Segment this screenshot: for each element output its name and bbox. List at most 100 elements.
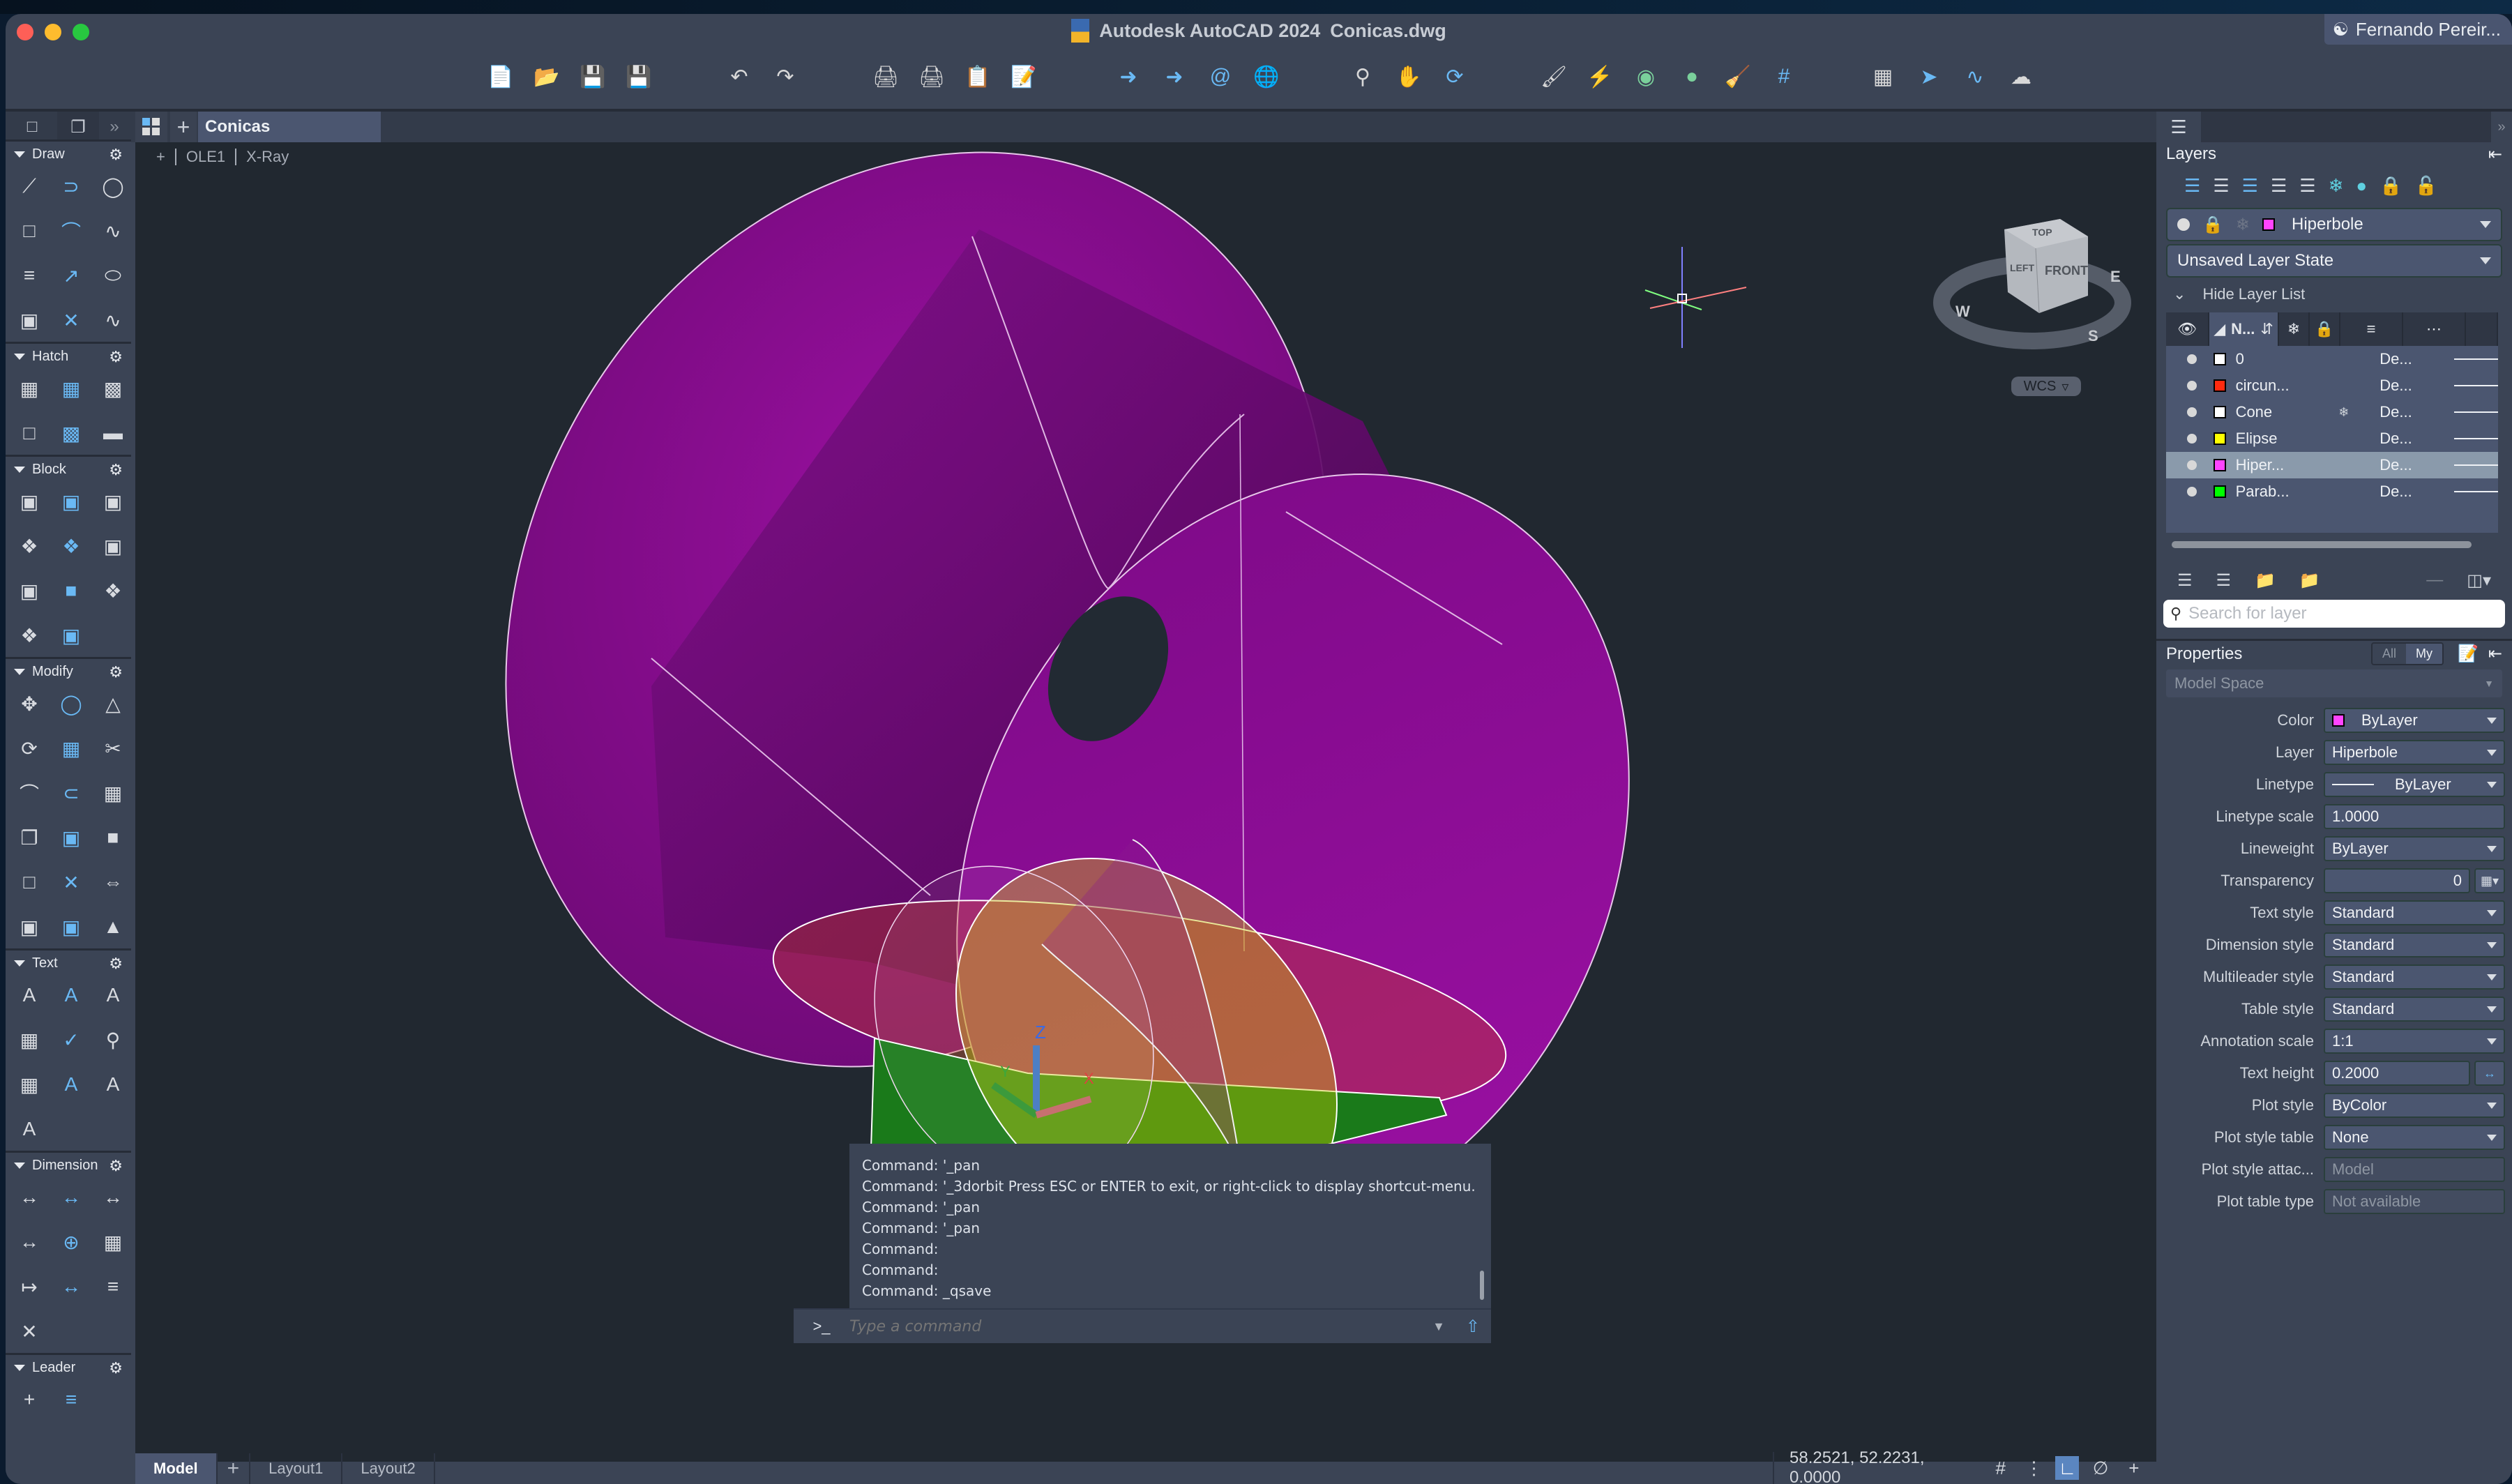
block-new-icon[interactable]: ■ <box>50 575 92 607</box>
recent-commands-dropdown[interactable]: ▼ <box>1432 1319 1445 1334</box>
dim-oblique-icon[interactable]: ✕ <box>8 1315 50 1347</box>
sheet-set-icon[interactable]: ▦ <box>1869 63 1897 91</box>
section-settings-gear-icon[interactable]: ⚙ <box>109 146 123 164</box>
layer-on-icon[interactable] <box>2187 354 2197 364</box>
breakline-icon[interactable]: ∿ <box>92 304 134 336</box>
section-settings-gear-icon[interactable]: ⚙ <box>109 1359 123 1377</box>
drawing-grid-view-button[interactable] <box>135 112 167 142</box>
viewcube-left[interactable]: LEFT <box>2010 262 2034 273</box>
pan-icon[interactable]: ✋ <box>1395 63 1423 91</box>
section-settings-gear-icon[interactable]: ⚙ <box>109 955 123 973</box>
rectangle-icon[interactable]: □ <box>8 215 50 247</box>
share-icon[interactable]: 🌐 <box>1253 63 1280 91</box>
column-lineweight[interactable]: ≡ <box>2340 312 2403 346</box>
viewcube-top[interactable]: TOP <box>2032 227 2052 238</box>
wcs-menu[interactable]: WCS ▿ <box>2011 377 2081 396</box>
layer-row[interactable]: Hiper... De... <box>2166 452 2499 478</box>
undock-icon[interactable]: ⇤ <box>2488 644 2502 664</box>
command-history-scrollbar[interactable] <box>1480 1271 1484 1300</box>
gradient-icon[interactable]: ▩ <box>92 372 134 404</box>
property-value[interactable]: ByLayer <box>2324 836 2505 861</box>
stretch-icon[interactable]: ▦ <box>50 732 92 764</box>
save-icon[interactable]: 💾 <box>579 63 607 91</box>
pdf-import-icon[interactable]: A <box>92 1068 134 1100</box>
property-value[interactable]: Standard <box>2324 964 2505 990</box>
attribute-define-icon[interactable]: ❖ <box>8 530 50 562</box>
line-icon[interactable]: ⟋ <box>8 170 50 202</box>
break-icon[interactable]: ✕ <box>50 866 92 898</box>
palette-section-draw[interactable]: Draw ⚙ <box>6 139 131 167</box>
xline-icon[interactable]: ↗ <box>50 259 92 292</box>
performance-icon[interactable]: ∿ <box>1961 63 1989 91</box>
block-sync-icon[interactable]: ❖ <box>92 575 134 607</box>
layer-on-icon[interactable] <box>2187 434 2197 444</box>
save-as-icon[interactable]: 💾 <box>625 63 653 91</box>
rotate-icon[interactable]: ⟳ <box>8 732 50 764</box>
palette-section-modify[interactable]: Modify ⚙ <box>6 657 131 685</box>
units-icon[interactable]: # <box>1770 63 1798 91</box>
off-layer-icon[interactable]: ● <box>2356 175 2367 197</box>
purge-icon[interactable]: 🧹 <box>1724 63 1752 91</box>
page-setup-icon[interactable]: 📋 <box>964 63 992 91</box>
snowflake-icon[interactable]: ❄ <box>2338 405 2379 420</box>
arc-icon[interactable]: ⌒ <box>50 215 92 247</box>
dim-continue-icon[interactable]: ↔ <box>8 1226 50 1258</box>
unlock-layer-icon[interactable]: 🔓 <box>2414 175 2437 197</box>
layer-filter-folder-icon[interactable]: 📁 <box>2299 570 2320 591</box>
layer-lineweight-sample[interactable] <box>2454 464 2499 466</box>
viewcube[interactable]: TOP LEFT FRONT W S E <box>1928 205 2137 400</box>
layer-search-box[interactable]: ⚲ <box>2163 600 2505 628</box>
orbit-icon[interactable]: ⟳ <box>1441 63 1469 91</box>
point-icon[interactable]: ✕ <box>50 304 92 336</box>
freeze-layer-icon[interactable]: ❄ <box>2329 175 2344 197</box>
layer-properties-icon[interactable]: ☰ <box>2184 175 2200 197</box>
layer-on-icon[interactable] <box>2187 407 2197 417</box>
block-create-icon[interactable]: ▣ <box>8 485 50 517</box>
property-value[interactable]: None <box>2324 1125 2505 1150</box>
collapse-icon[interactable]: — <box>2426 570 2443 590</box>
layer-search-input[interactable] <box>2188 604 2498 623</box>
attribute-edit-icon[interactable]: ❖ <box>50 530 92 562</box>
new-icon[interactable]: 📄 <box>487 63 515 91</box>
property-value[interactable]: 0 <box>2324 868 2470 893</box>
coordinates-readout[interactable]: 58.2521, 52.2231, 0.0000 <box>1790 1448 1979 1484</box>
pick-distance-icon[interactable]: ↔ <box>2474 1061 2505 1086</box>
section-settings-gear-icon[interactable]: ⚙ <box>109 461 123 479</box>
property-value[interactable]: Standard <box>2324 997 2505 1022</box>
layout-tab-model[interactable]: Model <box>135 1453 218 1484</box>
spell-check-icon[interactable]: ✓ <box>50 1024 92 1056</box>
layer-on-icon[interactable] <box>2187 460 2197 470</box>
layer-linetype[interactable]: De... <box>2379 483 2435 501</box>
attribute-display-icon[interactable]: ❖ <box>8 619 50 651</box>
polyline-icon[interactable]: ⊃ <box>50 170 92 202</box>
filter-all-button[interactable]: All <box>2373 644 2406 664</box>
viewport-menu-button[interactable]: + <box>156 148 165 166</box>
grid-icon[interactable]: # <box>1989 1456 2013 1480</box>
etransmit-icon[interactable]: @ <box>1206 63 1234 91</box>
layer-linetype[interactable]: De... <box>2379 377 2435 395</box>
hide-layer-list-toggle[interactable]: ⌄ Hide Layer List <box>2156 280 2512 308</box>
view-name-button[interactable]: OLE1 <box>186 148 225 166</box>
layer-lineweight-sample[interactable] <box>2454 385 2499 386</box>
move-icon[interactable]: ✥ <box>8 688 50 720</box>
layer-row[interactable]: Cone ❄ De... <box>2166 399 2499 425</box>
revcloud-icon[interactable]: ▣ <box>8 304 50 336</box>
layer-list-scrollbar[interactable] <box>2166 533 2498 561</box>
layer-manager-icon[interactable]: ☰ <box>2177 570 2193 591</box>
layer-row[interactable]: circun... De... <box>2166 372 2499 399</box>
array-icon[interactable]: ▦ <box>92 777 134 809</box>
layer-row[interactable]: Parab... De... <box>2166 478 2499 505</box>
layer-color-swatch[interactable] <box>2213 485 2226 498</box>
property-value[interactable]: ByLayer <box>2324 772 2505 797</box>
cloud-sync-icon[interactable]: ☁ <box>2007 63 2035 91</box>
publish-icon[interactable]: 📝 <box>1010 63 1038 91</box>
palette-section-text[interactable]: Text ⚙ <box>6 948 131 976</box>
layer-isolate-icon[interactable]: ☰ <box>2271 175 2287 197</box>
layer-linetype[interactable]: De... <box>2379 350 2435 368</box>
layer-linetype[interactable]: De... <box>2379 456 2435 474</box>
dim-smart-icon[interactable]: ↔ <box>8 1181 50 1213</box>
block-attribute-manager-icon[interactable]: ▣ <box>92 530 134 562</box>
layer-row[interactable]: Elipse De... <box>2166 425 2499 452</box>
scale-icon[interactable]: □ <box>8 866 50 898</box>
column-name[interactable]: ◢ N... ⇵ <box>2209 312 2279 346</box>
